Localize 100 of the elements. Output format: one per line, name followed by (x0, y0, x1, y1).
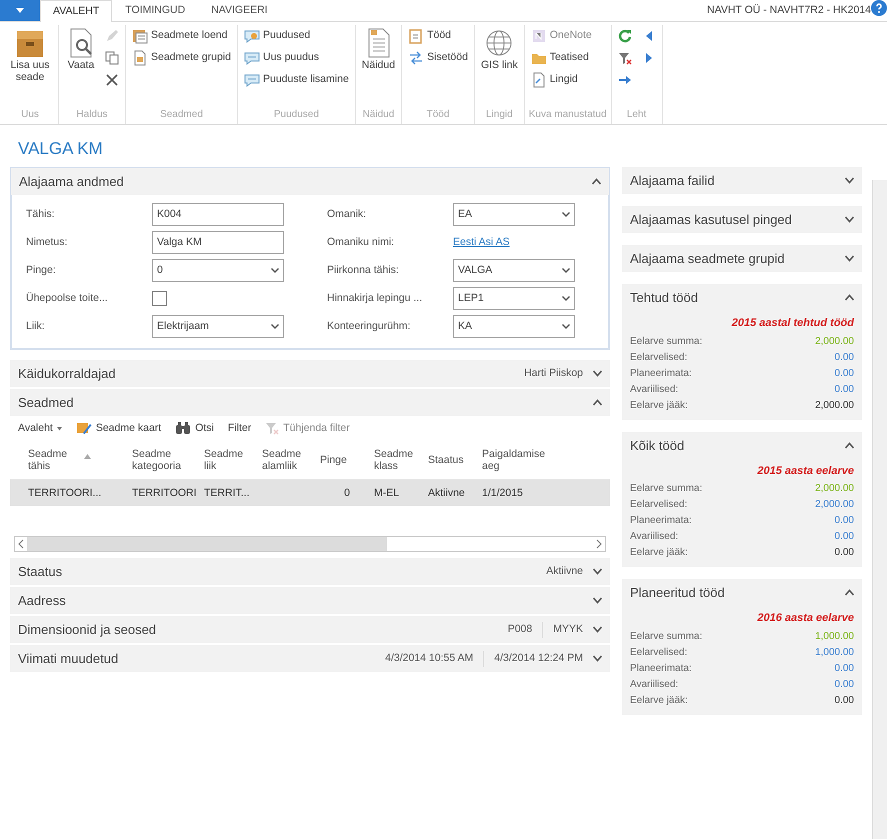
ribbon-tab[interactable]: TOIMINGUD (112, 0, 198, 21)
x-icon (105, 73, 119, 87)
fact-label: Avariilised: (630, 678, 678, 692)
dropdown-field[interactable]: KA (453, 315, 575, 338)
ribbon-button[interactable]: Uus puudus (242, 47, 351, 69)
ribbon-button[interactable]: Puuduste lisamine (242, 69, 351, 91)
ribbon-tab[interactable]: AVALEHT (40, 0, 112, 22)
ribbon-button[interactable]: Teatised (528, 47, 594, 69)
arrows-icon (408, 50, 424, 66)
group-label: Uus (20, 108, 40, 122)
ribbon-button[interactable]: Lingid (528, 69, 594, 91)
column-header[interactable]: Staatus (428, 454, 464, 466)
vertical-scrollbar[interactable] (872, 180, 887, 839)
summary-heading: 2015 aastal tehtud tööd (730, 316, 854, 332)
field-label: Omanik: (327, 207, 368, 222)
table-cell: 0 (344, 487, 350, 500)
ribbon-tab[interactable]: NAVIGEERI (198, 0, 281, 21)
column-header[interactable]: Seadme alamliik (262, 448, 316, 472)
bubble-icon (244, 50, 260, 66)
table-cell: TERRIT... (204, 487, 250, 500)
fact-value: 0.00 (834, 694, 854, 708)
ribbon-button[interactable]: Tööd (406, 25, 470, 47)
column-header[interactable]: Seadme klass (374, 448, 424, 472)
dropdown-field[interactable]: LEP1 (453, 287, 575, 310)
toolbar-button[interactable]: Seadme kaart (76, 420, 162, 436)
ribbon-button[interactable]: Seadmete loend (130, 25, 233, 47)
fact-label: Planeerimata: (630, 514, 692, 528)
toolbar-button[interactable]: Otsi (175, 420, 214, 436)
column-header[interactable]: Seadme liik (204, 448, 258, 472)
copy-icon (105, 51, 119, 65)
field-label: Liik: (26, 319, 46, 334)
table-cell: TERRITOORI... (28, 487, 102, 500)
group-label: Puudused (272, 108, 320, 122)
summary-value: P008 (506, 622, 534, 638)
owner-link[interactable]: Eesti Asi AS (453, 235, 510, 251)
field-label: Pinge: (26, 263, 57, 278)
caret-icon (271, 268, 279, 274)
fact-value: 0.00 (834, 662, 854, 676)
menu-button[interactable]: Avaleht (18, 420, 62, 436)
group-label: Kuva manustatud (528, 108, 607, 122)
fact-label: Avariilised: (630, 530, 678, 544)
fact-value: 0.00 (834, 366, 854, 381)
caret-icon (562, 212, 570, 218)
text-field[interactable]: Valga KM (152, 231, 284, 254)
table-cell: Aktiivne (428, 487, 465, 500)
ribbon-button[interactable]: Lisa uus seade (6, 25, 54, 86)
column-header[interactable]: Seadme tähis (28, 448, 78, 472)
ribbon-button[interactable]: Seadmete grupid (130, 47, 233, 69)
fact-label: Eelarvelised: (630, 498, 688, 512)
scrollbar-thumb[interactable] (27, 537, 387, 552)
group-label: Lingid (484, 108, 514, 122)
fact-value: 0.00 (834, 350, 854, 365)
fact-label: Eelarve jääk: (630, 546, 688, 560)
caret-icon (562, 296, 570, 302)
note-icon (530, 28, 547, 44)
link-document-icon (530, 72, 547, 88)
fact-value: 1,000.00 (815, 646, 854, 660)
ribbon-button[interactable]: Puudused (242, 25, 351, 47)
clipboard-icon (408, 28, 424, 44)
fact-label: Eelarve summa: (630, 334, 702, 349)
fact-label: Planeerimata: (630, 366, 692, 381)
page-title: VALGA KM (17, 138, 104, 160)
ribbon-button[interactable]: Sisetööd (406, 47, 470, 69)
help-icon[interactable] (871, 0, 887, 16)
pencil-icon (105, 29, 119, 43)
fact-value: 2,000.00 (815, 398, 854, 413)
dropdown-field[interactable]: EA (453, 203, 575, 226)
fact-value: 0.00 (834, 382, 854, 397)
dropdown-field[interactable]: Elektrijaam (152, 315, 284, 338)
filter-icon (618, 51, 632, 65)
group-label: Tööd (426, 108, 450, 122)
list-icon (132, 28, 148, 44)
ribbon-button[interactable]: Vaata (63, 25, 99, 74)
app-menu-button[interactable] (0, 0, 40, 21)
table-cell: 1/1/2015 (482, 487, 523, 500)
fact-label: Eelarve summa: (630, 482, 702, 496)
checkbox[interactable] (152, 291, 167, 306)
fact-value: 2,000.00 (815, 482, 854, 496)
fact-label: Avariilised: (630, 382, 678, 397)
column-header[interactable]: Seadme kategooria (132, 448, 200, 472)
table-row[interactable]: TERRITOORI... TERRITOORI TERRIT... 0 M-EL Aktiivne 1/1/2015 (10, 480, 610, 506)
toolbar-button[interactable]: Filter (228, 420, 252, 436)
field-label: Ühepoolse toite... (26, 291, 109, 306)
ribbon-button[interactable]: GIS link (478, 25, 520, 74)
fact-label: Eelarve jääk: (630, 694, 688, 708)
ribbon-button[interactable]: Näidud (360, 25, 398, 74)
dropdown-field[interactable]: VALGA (453, 259, 575, 282)
document-icon (132, 50, 148, 66)
arrow-right-icon (618, 73, 632, 87)
column-header[interactable]: Pinge (320, 454, 347, 466)
refresh-icon (618, 29, 632, 43)
fact-value: 2,000.00 (815, 498, 854, 512)
field-label: Omaniku nimi: (327, 235, 396, 250)
text-field[interactable]: K004 (152, 203, 284, 226)
table-cell: M-EL (374, 487, 400, 500)
column-header[interactable]: Paigaldamise aeg (482, 448, 548, 472)
dropdown-field[interactable]: 0 (152, 259, 284, 282)
bubble-icon (244, 72, 260, 88)
summary-value: 4/3/2014 12:24 PM (483, 651, 593, 667)
summary-value: Harti Piiskop (523, 366, 584, 382)
